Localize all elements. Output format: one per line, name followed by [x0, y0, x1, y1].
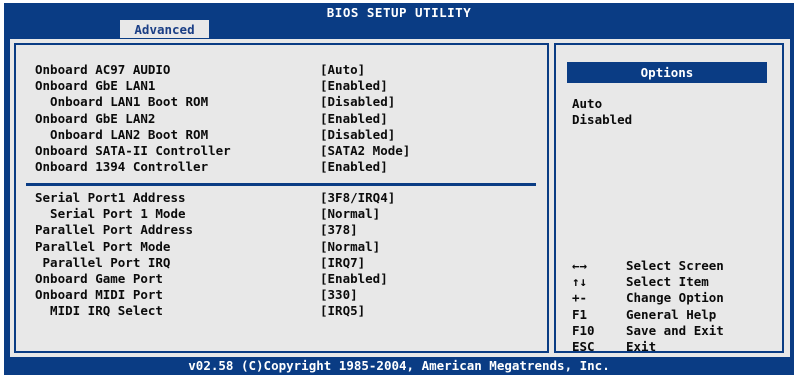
key-description: General Help — [626, 306, 717, 322]
setting-value[interactable]: [Disabled] — [320, 94, 395, 110]
setting-label: Parallel Port Mode — [35, 238, 171, 254]
setting-value[interactable]: [Disabled] — [320, 127, 395, 143]
setting-label: MIDI IRQ Select — [35, 303, 163, 319]
setting-value[interactable]: [Auto] — [320, 62, 365, 78]
key-description: Select Screen — [626, 258, 724, 273]
settings-panel: Onboard AC97 AUDIO [Auto] Onboard GbE LAN1… — [14, 43, 549, 353]
setting-label: Serial Port 1 Mode — [35, 206, 186, 222]
key-label: ←→ — [572, 258, 588, 273]
setting-value[interactable]: [Enabled] — [320, 111, 388, 127]
copyright-footer: v02.58 (C)Copyright 1985-2004, American … — [188, 358, 610, 373]
setting-label: Onboard AC97 AUDIO — [35, 62, 171, 77]
setting-label: Onboard SATA-II Controller — [35, 143, 231, 158]
setting-value[interactable]: [330] — [320, 287, 358, 303]
setting-label: Onboard MIDI Port — [35, 287, 163, 303]
key-label: F1 — [572, 306, 588, 322]
setting-label: Onboard GbE LAN1 — [35, 78, 156, 94]
bios-screen: BIOS SETUP UTILITY Advanced Onboard AC97… — [4, 3, 794, 375]
key-label: ESC — [572, 339, 595, 354]
option-item[interactable]: Auto — [572, 96, 602, 112]
setting-label: Onboard GbE LAN2 — [35, 110, 156, 126]
setting-label: Onboard Game Port — [35, 271, 163, 286]
key-description: Exit — [626, 339, 657, 354]
key-label: +- — [572, 290, 588, 306]
setting-value[interactable]: [Enabled] — [320, 271, 388, 287]
setting-label: Parallel Port IRQ — [35, 254, 171, 270]
setting-value[interactable]: [3F8/IRQ4] — [320, 190, 395, 206]
main-frame: Onboard AC97 AUDIO [Auto] Onboard GbE LAN1… — [9, 38, 791, 358]
setting-value[interactable]: [Normal] — [320, 206, 380, 222]
options-header: Options — [567, 62, 767, 83]
setting-value[interactable]: [Enabled] — [320, 78, 388, 94]
section-divider — [26, 183, 536, 186]
key-label: ↑↓ — [572, 274, 588, 290]
key-description: Select Item — [626, 274, 709, 290]
key-description: Change Option — [626, 290, 724, 306]
setting-label: Parallel Port Address — [35, 222, 194, 238]
setting-label: Onboard LAN1 Boot ROM — [35, 94, 209, 110]
bios-title: BIOS SETUP UTILITY — [326, 5, 472, 20]
setting-value[interactable]: [SATA2 Mode] — [320, 143, 410, 159]
setting-value[interactable]: [IRQ5] — [320, 303, 365, 319]
setting-label: Onboard 1394 Controller — [35, 159, 209, 175]
setting-value[interactable]: [378] — [320, 222, 358, 238]
tab-advanced[interactable]: Advanced — [120, 20, 209, 38]
help-panel: Options Auto Disabled ←→ Select Screen ↑↓ S… — [554, 43, 784, 354]
key-description: Save and Exit — [626, 322, 724, 338]
setting-value[interactable]: [IRQ7] — [320, 255, 365, 271]
key-label: F10 — [572, 322, 595, 338]
setting-label: Onboard LAN2 Boot ROM — [35, 126, 209, 142]
setting-value[interactable]: [Normal] — [320, 239, 380, 255]
option-item[interactable]: Disabled — [572, 112, 632, 128]
setting-value[interactable]: [Enabled] — [320, 159, 388, 175]
setting-label: Serial Port1 Address — [35, 190, 186, 205]
